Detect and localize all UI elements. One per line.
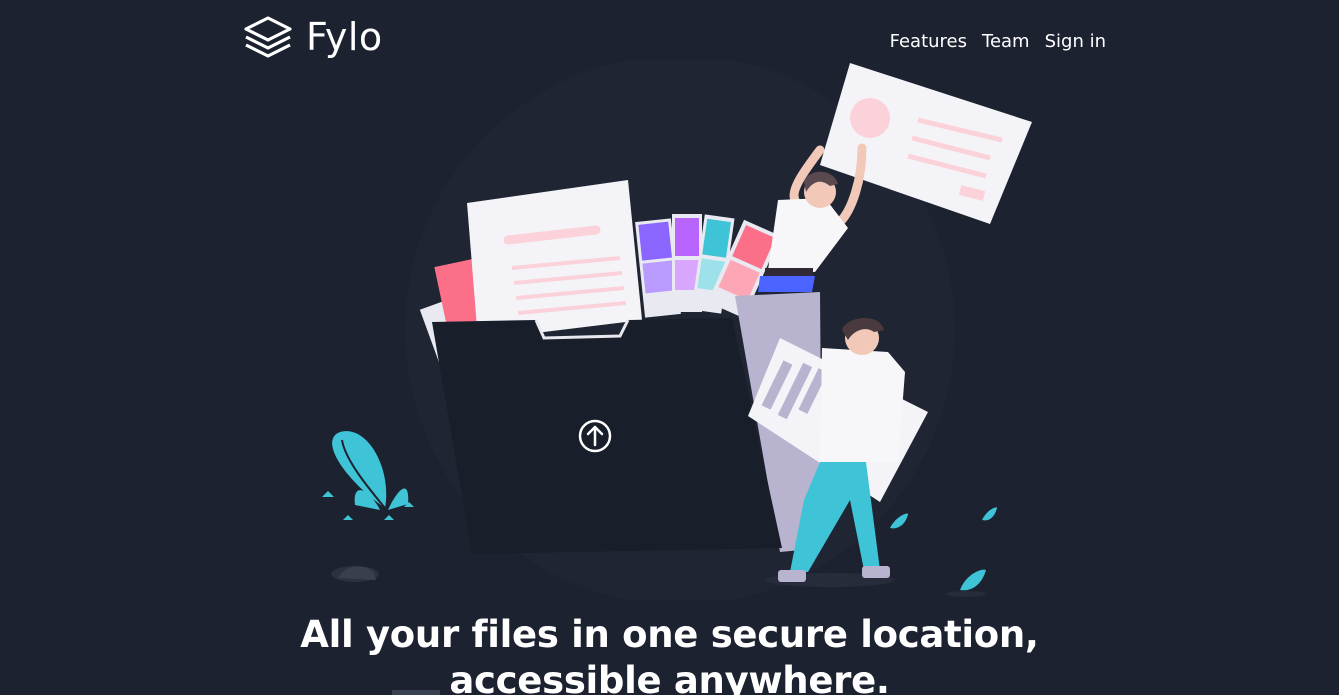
hero-title-line-1: All your files in one secure location, [300,613,1039,656]
leaves-decoration [890,507,998,597]
folder [432,318,782,554]
plant-illustration [322,431,414,582]
page: Fylo Features Team Sign in All your file… [0,0,1339,695]
hero-title-line-2: accessible anywhere. [449,659,890,695]
main-nav: Features Team Sign in [890,31,1106,53]
hero-illustration [322,60,1032,600]
nav-link-sign-in[interactable]: Sign in [1045,31,1106,53]
stacked-layers-icon [244,16,292,58]
scroll-hint-bar [392,690,440,695]
nav-link-features[interactable]: Features [890,31,967,53]
hero-title: All your files in one secure location, a… [0,612,1339,695]
brand-name: Fylo [306,15,383,59]
nav-link-team[interactable]: Team [982,31,1030,53]
brand-logo-link[interactable]: Fylo [242,14,383,60]
